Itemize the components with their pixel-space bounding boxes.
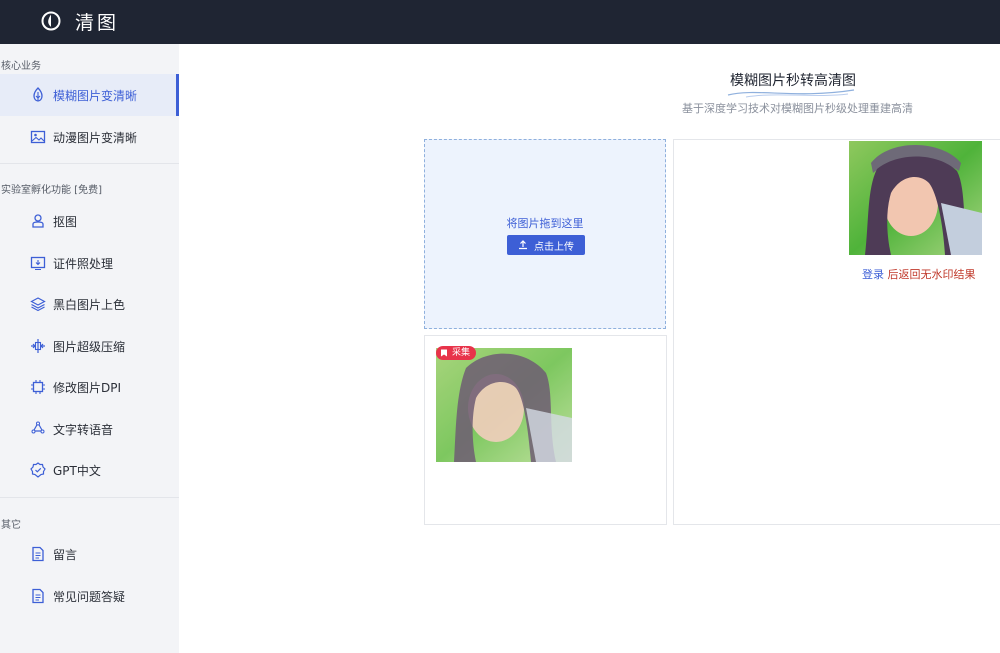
drop-hint: 将图片拖到这里 — [506, 217, 584, 230]
collect-badge[interactable]: 采集 — [436, 346, 477, 360]
sidebar-item-tts[interactable]: 文字转语音 — [0, 408, 179, 450]
sidebar-item-label: 文字转语音 — [53, 422, 114, 437]
recycle-icon — [31, 421, 45, 434]
app-title[interactable]: 清图 — [75, 8, 119, 35]
top-bar: 清图 — [0, 0, 1000, 44]
compress-icon — [31, 339, 45, 353]
sidebar-item-message[interactable]: 留言 — [0, 533, 179, 575]
person-cutout-icon — [32, 214, 44, 228]
sidebar-item-label: 图片超级压缩 — [53, 339, 126, 354]
title-underline-swoosh — [727, 89, 855, 98]
sidebar-item-label: 留言 — [53, 547, 78, 562]
sidebar-item-colorize[interactable]: 黑白图片上色 — [0, 283, 179, 325]
sidebar-item-label: 抠图 — [53, 214, 78, 229]
login-link[interactable]: 登录 — [862, 268, 884, 281]
sidebar-item-dpi[interactable]: 修改图片DPI — [0, 366, 179, 408]
sidebar-item-anime-to-clear[interactable]: 动漫图片变清晰 — [0, 116, 179, 158]
sidebar-item-label: 黑白图片上色 — [53, 297, 126, 312]
sidebar-item-label: GPT中文 — [53, 463, 101, 478]
upload-button[interactable]: 点击上传 — [507, 235, 585, 255]
sidebar-item-id-photo[interactable]: 证件照处理 — [0, 242, 179, 284]
sidebar-item-label: 动漫图片变清晰 — [53, 130, 138, 145]
gear-badge-icon — [30, 462, 46, 478]
image-icon — [30, 130, 46, 144]
section-title-other: 其它 — [1, 520, 21, 531]
section-title-lab: 实验室孵化功能 [免费] — [1, 185, 102, 196]
sidebar-item-cutout[interactable]: 抠图 — [0, 200, 179, 242]
chip-icon — [31, 380, 45, 394]
page-subtitle: 基于深度学习技术对模糊图片秒级处理重建高清 — [682, 102, 913, 115]
upload-drop-zone[interactable]: 将图片拖到这里 点击上传 — [424, 139, 666, 329]
original-photo — [436, 348, 572, 462]
result-photo — [849, 141, 982, 255]
sidebar-item-blur-to-clear[interactable]: 模糊图片变清晰 — [0, 74, 179, 116]
bookmark-icon — [441, 349, 447, 357]
logo-icon[interactable] — [41, 11, 61, 31]
sidebar-item-gpt[interactable]: GPT中文 — [0, 449, 179, 491]
document-icon — [32, 588, 44, 604]
sidebar-item-label: 证件照处理 — [53, 256, 114, 271]
result-panel: 登录 后返回无水印结果 — [673, 139, 1000, 525]
id-photo-icon — [30, 256, 46, 271]
upload-button-label: 点击上传 — [534, 241, 574, 253]
layers-icon — [30, 297, 46, 312]
result-note: 登录 后返回无水印结果 — [862, 266, 976, 282]
sidebar-item-label: 模糊图片变清晰 — [53, 88, 138, 103]
original-image-panel: 采集 — [424, 335, 667, 525]
result-note-text: 后返回无水印结果 — [884, 268, 976, 281]
section-title-core: 核心业务 — [1, 61, 41, 72]
sidebar-divider — [0, 497, 179, 498]
sidebar-divider — [0, 163, 179, 164]
ai-enhance-icon — [33, 87, 43, 102]
sidebar-item-faq[interactable]: 常见问题答疑 — [0, 575, 179, 617]
sidebar-item-compress[interactable]: 图片超级压缩 — [0, 325, 179, 367]
document-icon — [32, 546, 44, 562]
upload-icon — [519, 240, 527, 250]
sidebar-item-label: 修改图片DPI — [53, 380, 122, 395]
badge-label: 采集 — [452, 348, 471, 358]
sidebar: 核心业务 模糊图片变清晰 动漫图片变清晰 实验室孵化功能 [免费] 抠图 证件照… — [0, 44, 179, 653]
sidebar-item-label: 常见问题答疑 — [53, 589, 126, 604]
